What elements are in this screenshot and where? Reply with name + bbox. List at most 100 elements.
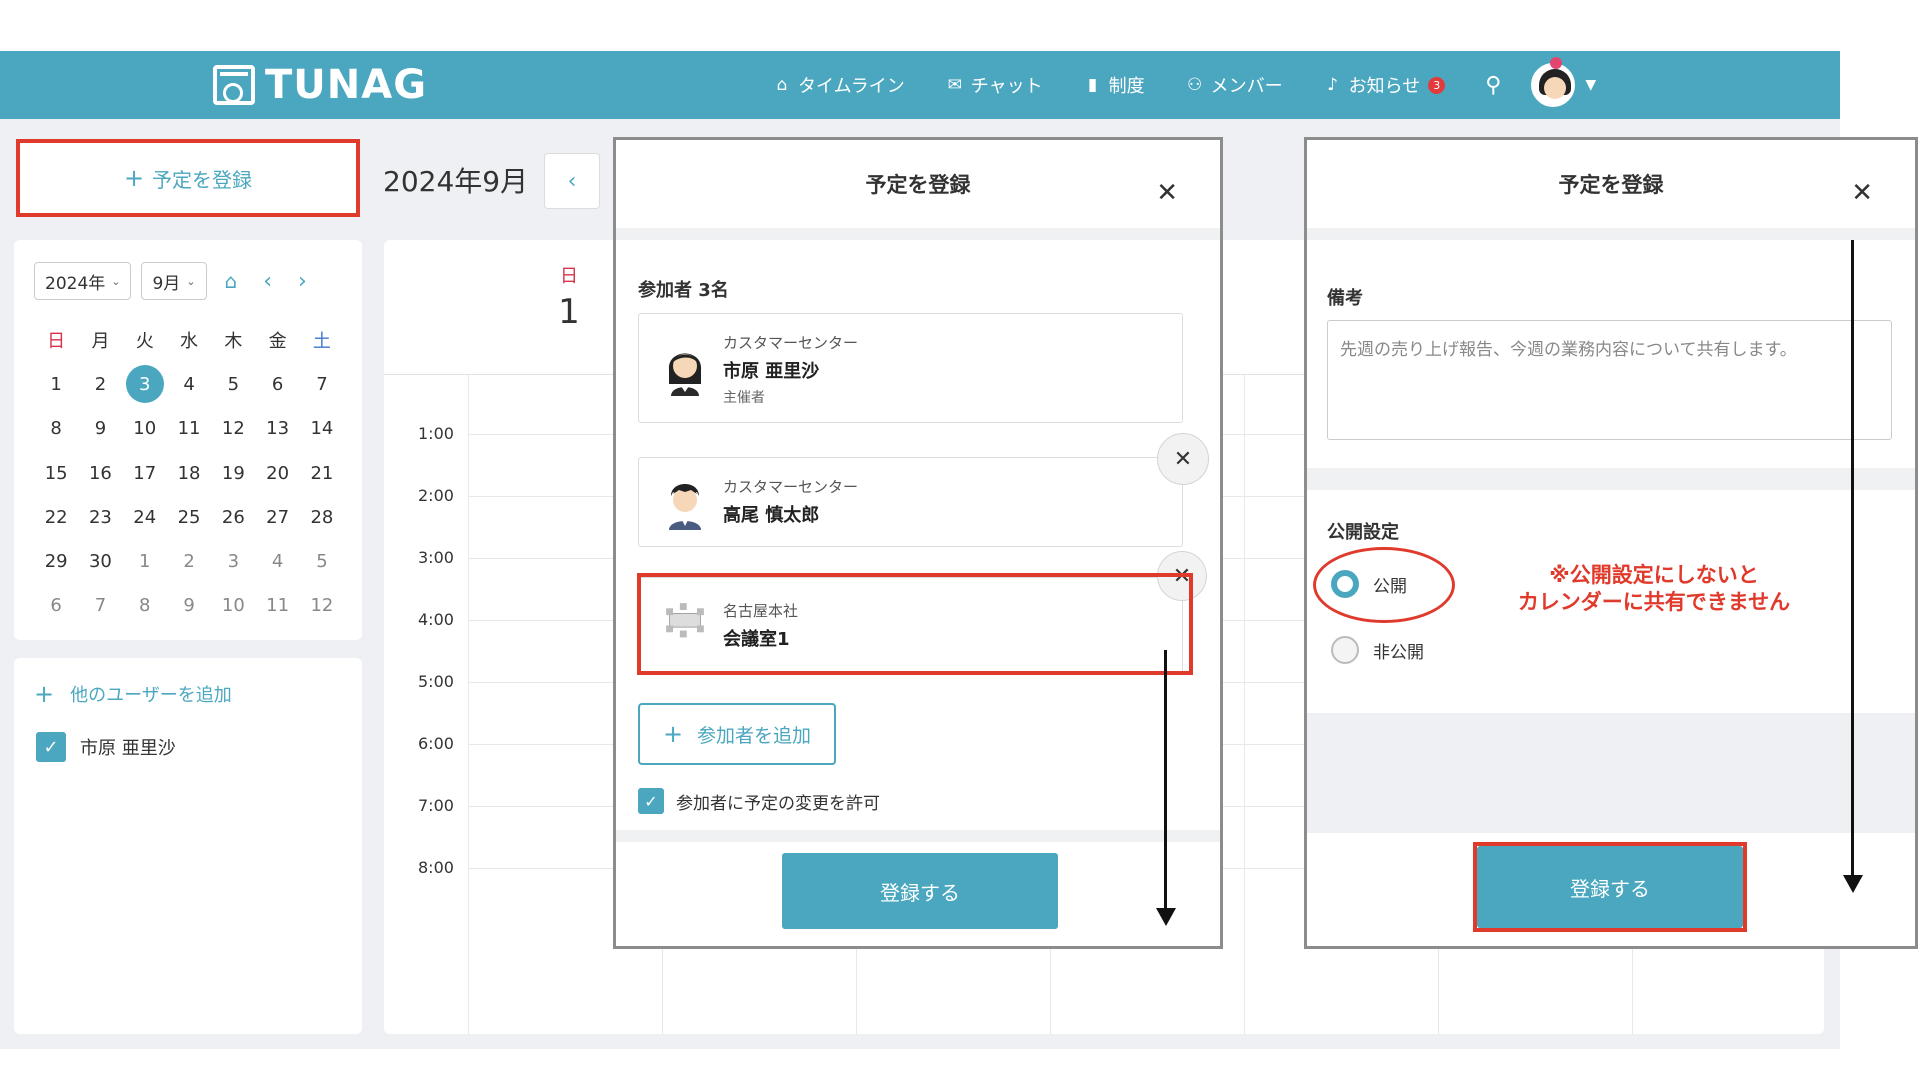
calendar-day[interactable]: 17 — [123, 451, 167, 495]
close-icon[interactable]: ✕ — [1851, 178, 1873, 208]
calendar-day[interactable]: 28 — [300, 495, 344, 539]
previous-button[interactable]: ‹ — [544, 153, 600, 209]
calendar-day[interactable]: 10 — [123, 407, 167, 451]
calendar-day[interactable]: 4 — [255, 539, 299, 583]
add-event-button[interactable]: + 予定を登録 — [16, 139, 360, 217]
top-navbar: TUNAG ⌂ タイムライン ✉ チャット ▮ 制度 ⚇ メンバー ♪ お知らせ — [0, 51, 1840, 119]
calendar-day[interactable]: 1 — [123, 539, 167, 583]
chevron-left-icon: ‹ — [567, 168, 577, 194]
calendar-day[interactable]: 26 — [211, 495, 255, 539]
participant-role: 主催者 — [723, 390, 765, 406]
participant-card: カスタマーセンター 高尾 慎太郎 — [638, 457, 1183, 547]
calendar-day[interactable]: 27 — [255, 495, 299, 539]
screenshot: TUNAG ⌂ タイムライン ✉ チャット ▮ 制度 ⚇ メンバー ♪ お知らせ — [0, 0, 1920, 1080]
calendar-day[interactable]: 20 — [255, 451, 299, 495]
home-icon[interactable]: ⌂ — [225, 269, 238, 293]
chevron-down-icon: ⌄ — [186, 274, 196, 288]
weekday-header: 月 — [91, 331, 110, 353]
chevron-left-icon[interactable]: ‹ — [263, 269, 272, 294]
remove-participant-button[interactable]: ✕ — [1157, 433, 1209, 485]
calendar-day[interactable]: 6 — [255, 362, 299, 406]
submit-button[interactable]: 登録する — [782, 853, 1058, 929]
add-user-link[interactable]: + 他のユーザーを追加 — [34, 680, 232, 708]
calendar-day[interactable]: 1 — [34, 362, 78, 406]
app-logo[interactable]: TUNAG — [213, 60, 427, 110]
month-select[interactable]: 9月 ⌄ — [141, 262, 207, 300]
allow-change-label: 参加者に予定の変更を許可 — [676, 793, 880, 814]
search-icon[interactable]: ⚲ — [1485, 73, 1501, 98]
calendar-day[interactable]: 10 — [211, 584, 255, 628]
chevron-right-icon[interactable]: › — [298, 269, 307, 294]
nav-timeline[interactable]: ⌂ タイムライン — [772, 72, 905, 98]
status-dot — [1550, 57, 1562, 69]
calendar-day[interactable]: 9 — [167, 584, 211, 628]
visibility-option-private[interactable]: 非公開 — [1331, 636, 1424, 664]
calendar-day[interactable]: 21 — [300, 451, 344, 495]
notes-label: 備考 — [1327, 288, 1363, 309]
calendar-day[interactable]: 11 — [255, 584, 299, 628]
checkbox-checked-icon[interactable]: ✓ — [638, 788, 664, 814]
nav-members-label: メンバー — [1210, 76, 1283, 97]
plus-icon: + — [662, 720, 684, 748]
checkbox-checked-icon[interactable]: ✓ — [36, 732, 66, 762]
weekday-header: 火 — [135, 331, 154, 353]
user-avatar[interactable] — [1531, 63, 1576, 107]
weekday-header: 木 — [224, 331, 243, 353]
participant-dept: カスタマーセンター — [723, 334, 859, 352]
nav-chat[interactable]: ✉ チャット — [945, 72, 1043, 98]
calendar-day[interactable]: 2 — [167, 539, 211, 583]
calendar-day[interactable]: 8 — [123, 584, 167, 628]
calendar-day[interactable]: 5 — [211, 362, 255, 406]
calendar-day[interactable]: 9 — [78, 407, 122, 451]
calendar-day[interactable]: 2 — [78, 362, 122, 406]
calendar-day[interactable]: 5 — [300, 539, 344, 583]
footer-divider — [616, 830, 1220, 842]
calendar-day[interactable]: 14 — [300, 407, 344, 451]
calendar-day[interactable]: 16 — [78, 451, 122, 495]
calendar-day[interactable]: 11 — [167, 407, 211, 451]
calendar-day[interactable]: 15 — [34, 451, 78, 495]
calendar-day[interactable]: 23 — [78, 495, 122, 539]
person-avatar-icon — [669, 484, 701, 530]
user-row[interactable]: ✓ 市原 亜里沙 — [36, 732, 176, 762]
nav-system-label: 制度 — [1108, 76, 1145, 97]
chevron-down-icon[interactable]: ▼ — [1585, 77, 1596, 93]
calendar-day[interactable]: 4 — [167, 362, 211, 406]
calendar-day[interactable]: 7 — [300, 362, 344, 406]
time-label: 6:00 — [418, 734, 454, 753]
public-highlight-ring — [1313, 547, 1455, 623]
calendar-day[interactable]: 8 — [34, 407, 78, 451]
calendar-day[interactable]: 30 — [78, 539, 122, 583]
calendar-day[interactable]: 24 — [123, 495, 167, 539]
main-nav: ⌂ タイムライン ✉ チャット ▮ 制度 ⚇ メンバー ♪ お知らせ 3 ⚲ ▼ — [772, 51, 1596, 119]
calendar-day[interactable]: 12 — [300, 584, 344, 628]
option-private-label: 非公開 — [1373, 642, 1424, 663]
nav-system[interactable]: ▮ 制度 — [1083, 72, 1145, 98]
submit-label: 登録する — [880, 880, 960, 905]
calendar-day[interactable]: 6 — [34, 584, 78, 628]
empty-area — [1307, 713, 1915, 833]
year-select-value: 2024年 — [45, 273, 106, 294]
notes-textarea[interactable]: 先週の売り上げ報告、今週の業務内容について共有します。 — [1327, 320, 1892, 440]
time-label: 5:00 — [418, 672, 454, 691]
calendar-day[interactable]: 7 — [78, 584, 122, 628]
nav-members[interactable]: ⚇ メンバー — [1185, 72, 1283, 98]
calendar-day[interactable]: 25 — [167, 495, 211, 539]
allow-change-option[interactable]: ✓ 参加者に予定の変更を許可 — [638, 788, 880, 814]
radio-unselected-icon[interactable] — [1331, 636, 1359, 664]
time-label: 3:00 — [418, 548, 454, 567]
year-select[interactable]: 2024年 ⌄ — [34, 262, 132, 300]
close-icon[interactable]: ✕ — [1156, 178, 1178, 208]
arrow-down-icon — [1156, 908, 1176, 926]
add-participant-button[interactable]: + 参加者を追加 — [638, 703, 836, 765]
calendar-day[interactable]: 3 — [123, 362, 167, 406]
calendar-day[interactable]: 29 — [34, 539, 78, 583]
calendar-day[interactable]: 12 — [211, 407, 255, 451]
calendar-day[interactable]: 13 — [255, 407, 299, 451]
calendar-day[interactable]: 3 — [211, 539, 255, 583]
calendar-day[interactable]: 22 — [34, 495, 78, 539]
day-header[interactable]: 日 1 — [544, 262, 594, 332]
calendar-day[interactable]: 18 — [167, 451, 211, 495]
nav-notifications[interactable]: ♪ お知らせ 3 — [1323, 72, 1446, 98]
calendar-day[interactable]: 19 — [211, 451, 255, 495]
